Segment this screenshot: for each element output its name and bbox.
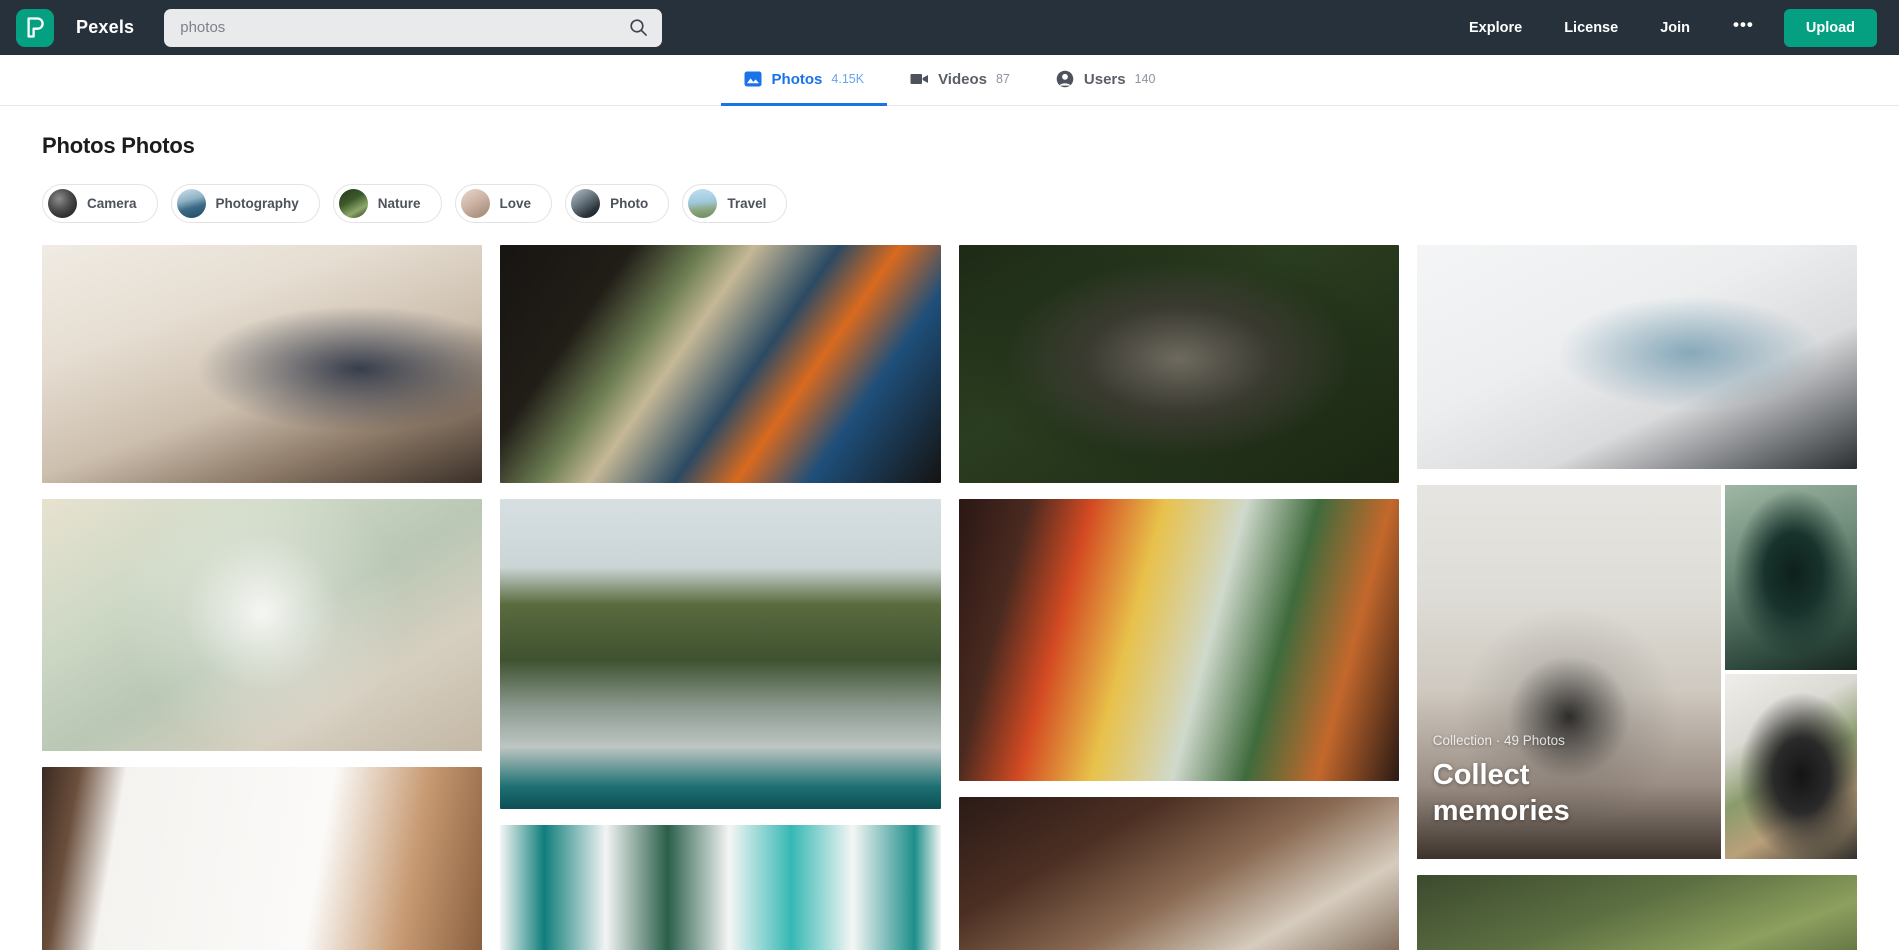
grid-column-3 [958, 245, 1399, 950]
chip-nature[interactable]: Nature [332, 184, 442, 223]
related-tags-row: Camera Photography Nature Love Photo Tra… [42, 184, 1857, 223]
chip-camera[interactable]: Camera [42, 184, 158, 223]
tab-photos-label: Photos [771, 70, 823, 88]
chip-thumbnail [460, 189, 490, 218]
collection-primary-image [1416, 485, 1721, 859]
photo-card[interactable] [42, 767, 483, 950]
tab-photos[interactable]: Photos 4.15K [720, 55, 888, 106]
pexels-logo-icon[interactable] [16, 8, 54, 47]
chip-love[interactable]: Love [454, 184, 553, 223]
grid-column-4: Collection · 49 Photos Collect memories [1416, 245, 1857, 950]
tab-users-label: Users [1083, 70, 1126, 88]
tab-users-count: 140 [1134, 72, 1156, 86]
grid-column-1 [42, 245, 483, 950]
chip-thumbnail [338, 189, 368, 218]
results-tabbar: Photos 4.15K Videos 87 Users 140 [0, 55, 1899, 106]
photo-card[interactable] [958, 797, 1399, 950]
photo-card[interactable] [42, 245, 483, 483]
search-bar[interactable] [164, 8, 663, 47]
tab-videos[interactable]: Videos 87 [887, 55, 1033, 106]
search-icon[interactable] [629, 18, 648, 37]
chip-travel[interactable]: Travel [682, 184, 788, 223]
brand-name[interactable]: Pexels [76, 17, 134, 38]
chip-label: Love [499, 196, 532, 211]
tab-videos-label: Videos [938, 70, 987, 88]
chip-label: Travel [727, 196, 767, 211]
photo-card[interactable] [958, 499, 1399, 781]
grid-column-2 [500, 245, 941, 950]
chip-photo[interactable]: Photo [565, 184, 670, 223]
photo-card[interactable] [500, 245, 941, 483]
user-icon [1056, 70, 1075, 89]
chip-thumbnail [688, 189, 718, 218]
video-camera-icon [910, 70, 929, 89]
chip-thumbnail [571, 189, 601, 218]
photo-card[interactable] [42, 499, 483, 751]
photo-card[interactable] [958, 245, 1399, 483]
chip-thumbnail [48, 189, 77, 218]
collection-thumb [1724, 485, 1857, 670]
collection-thumb [1724, 674, 1857, 859]
photo-results-grid: Collection · 49 Photos Collect memories [42, 245, 1857, 950]
search-input[interactable] [180, 19, 630, 36]
top-header: Pexels Explore License Join ••• Upload [0, 0, 1899, 55]
photo-card[interactable] [500, 499, 941, 809]
collection-secondary-images [1724, 485, 1857, 859]
collection-card[interactable]: Collection · 49 Photos Collect memories [1416, 485, 1857, 859]
chip-label: Photography [215, 196, 299, 211]
tab-photos-count: 4.15K [831, 72, 865, 86]
chip-label: Camera [87, 196, 137, 211]
photo-card[interactable] [1416, 245, 1857, 469]
nav-link-explore[interactable]: Explore [1448, 20, 1543, 36]
chip-thumbnail [176, 189, 206, 218]
tab-users[interactable]: Users 140 [1033, 55, 1179, 106]
upload-button[interactable]: Upload [1783, 8, 1877, 47]
nav-link-join[interactable]: Join [1639, 20, 1711, 36]
chip-photography[interactable]: Photography [170, 184, 320, 223]
chip-label: Photo [610, 196, 649, 211]
header-nav: Explore License Join ••• Upload [1448, 8, 1877, 47]
more-options-icon[interactable]: ••• [1711, 16, 1776, 36]
main-content: Photos Photos Camera Photography Nature … [0, 106, 1899, 950]
page-title: Photos Photos [42, 133, 195, 158]
photo-card[interactable] [1416, 875, 1857, 950]
image-icon [744, 70, 763, 89]
photo-card[interactable] [500, 825, 941, 950]
chip-label: Nature [377, 196, 421, 211]
nav-link-license[interactable]: License [1543, 20, 1639, 36]
tab-videos-count: 87 [995, 72, 1010, 86]
